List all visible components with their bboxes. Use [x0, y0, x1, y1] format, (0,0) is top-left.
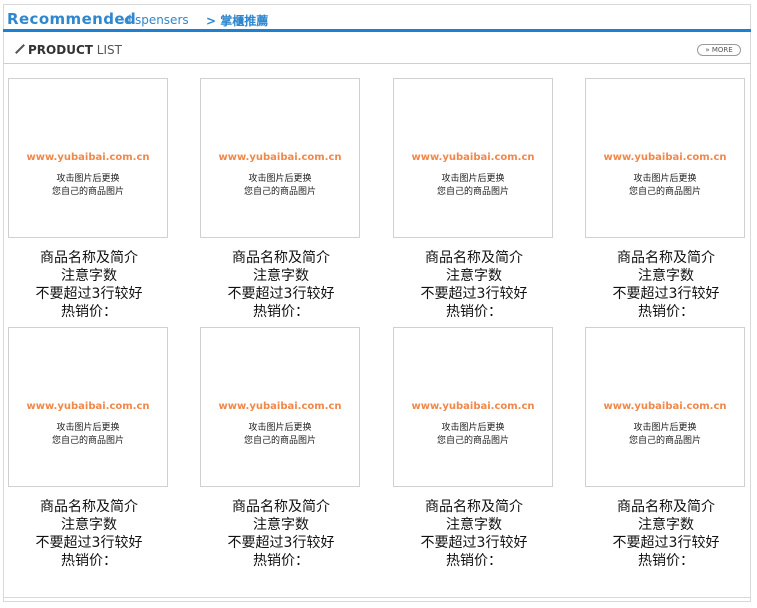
title-recommended: Recommended — [7, 10, 137, 28]
product-note: 注意字数 — [61, 517, 117, 533]
title-chinese: > 掌櫃推薦 — [206, 14, 269, 28]
watermark-url: www.yubaibai.com.cn — [26, 401, 150, 412]
product-image[interactable]: www.yubaibai.com.cn 攻击图片后更换 您自己的商品图片 — [200, 78, 360, 238]
product-description: 商品名称及简介 注意字数不要超过3行较好 热销价： — [391, 249, 557, 321]
product-name-link[interactable]: 商品名称及简介 — [6, 498, 172, 516]
product-price-label: 热销价： — [446, 304, 502, 320]
product-note: 不要超过3行较好 — [35, 286, 143, 302]
product-image[interactable]: www.yubaibai.com.cn 攻击图片后更换 您自己的商品图片 — [585, 78, 745, 238]
watermark-line: 您自己的商品图片 — [436, 436, 509, 446]
watermark-line: 您自己的商品图片 — [243, 187, 316, 197]
section-title-light: LIST — [96, 43, 122, 57]
product-name-link[interactable]: 商品名称及简介 — [198, 498, 364, 516]
title-bar: Recommended dispensers > 掌櫃推薦 — [3, 4, 751, 32]
product-note: 注意字数 — [446, 268, 502, 284]
product-note: 不要超过3行较好 — [612, 535, 720, 551]
watermark-line: 您自己的商品图片 — [243, 436, 316, 446]
product-description: 商品名称及简介 注意字数不要超过3行较好 热销价： — [583, 498, 749, 570]
product-description: 商品名称及简介 注意字数不要超过3行较好 热销价： — [391, 498, 557, 570]
product-price-label: 热销价： — [253, 304, 309, 320]
product-note: 不要超过3行较好 — [420, 535, 528, 551]
product-note: 注意字数 — [446, 517, 502, 533]
product-price-label: 热销价： — [61, 304, 117, 320]
product-card: www.yubaibai.com.cn 攻击图片后更换 您自己的商品图片 商品名称及简… — [198, 327, 360, 577]
product-description: 商品名称及简介 注意字数不要超过3行较好 热销价： — [6, 498, 172, 570]
watermark-line: 您自己的商品图片 — [628, 436, 701, 446]
watermark-url: www.yubaibai.com.cn — [26, 152, 150, 163]
watermark-url: www.yubaibai.com.cn — [411, 401, 535, 412]
slash-icon — [15, 44, 25, 54]
watermark-line: 攻击图片后更换 — [248, 423, 312, 433]
product-name-link[interactable]: 商品名称及简介 — [391, 498, 557, 516]
watermark-url: www.yubaibai.com.cn — [603, 401, 727, 412]
watermark-line: 您自己的商品图片 — [51, 436, 124, 446]
bottom-divider — [3, 597, 751, 598]
product-name-link[interactable]: 商品名称及简介 — [583, 249, 749, 267]
watermark-line: 攻击图片后更换 — [633, 423, 697, 433]
product-card: www.yubaibai.com.cn 攻击图片后更换 您自己的商品图片 商品名称及简… — [6, 78, 168, 328]
section-header: PRODUCT LIST » MORE — [3, 37, 751, 64]
product-price-label: 热销价： — [253, 553, 309, 569]
product-description: 商品名称及简介 注意字数不要超过3行较好 热销价： — [198, 249, 364, 321]
product-note: 不要超过3行较好 — [612, 286, 720, 302]
watermark-line: 攻击图片后更换 — [56, 423, 120, 433]
watermark-url: www.yubaibai.com.cn — [603, 152, 727, 163]
watermark-url: www.yubaibai.com.cn — [218, 152, 342, 163]
product-description: 商品名称及简介 注意字数不要超过3行较好 热销价： — [198, 498, 364, 570]
watermark-line: 您自己的商品图片 — [51, 187, 124, 197]
more-button[interactable]: » MORE — [697, 44, 741, 56]
product-card: www.yubaibai.com.cn 攻击图片后更换 您自己的商品图片 商品名称及简… — [583, 327, 745, 577]
product-image[interactable]: www.yubaibai.com.cn 攻击图片后更换 您自己的商品图片 — [8, 78, 168, 238]
product-image[interactable]: www.yubaibai.com.cn 攻击图片后更换 您自己的商品图片 — [393, 327, 553, 487]
watermark-line: 攻击图片后更换 — [441, 174, 505, 184]
watermark-line: 您自己的商品图片 — [628, 187, 701, 197]
product-description: 商品名称及简介 注意字数不要超过3行较好 热销价： — [6, 249, 172, 321]
section-title-bold: PRODUCT — [28, 43, 93, 57]
product-note: 注意字数 — [638, 517, 694, 533]
product-image[interactable]: www.yubaibai.com.cn 攻击图片后更换 您自己的商品图片 — [8, 327, 168, 487]
product-name-link[interactable]: 商品名称及简介 — [198, 249, 364, 267]
product-price-label: 热销价： — [61, 553, 117, 569]
watermark-line: 攻击图片后更换 — [441, 423, 505, 433]
watermark-url: www.yubaibai.com.cn — [218, 401, 342, 412]
product-image[interactable]: www.yubaibai.com.cn 攻击图片后更换 您自己的商品图片 — [585, 327, 745, 487]
title-underline — [3, 29, 751, 32]
product-name-link[interactable]: 商品名称及简介 — [391, 249, 557, 267]
product-name-link[interactable]: 商品名称及简介 — [583, 498, 749, 516]
watermark-line: 您自己的商品图片 — [436, 187, 509, 197]
product-card: www.yubaibai.com.cn 攻击图片后更换 您自己的商品图片 商品名称及简… — [583, 78, 745, 328]
product-card: www.yubaibai.com.cn 攻击图片后更换 您自己的商品图片 商品名称及简… — [198, 78, 360, 328]
product-image[interactable]: www.yubaibai.com.cn 攻击图片后更换 您自己的商品图片 — [393, 78, 553, 238]
title-subtitle: dispensers — [124, 13, 189, 27]
product-description: 商品名称及简介 注意字数不要超过3行较好 热销价： — [583, 249, 749, 321]
product-price-label: 热销价： — [638, 553, 694, 569]
product-price-label: 热销价： — [446, 553, 502, 569]
watermark-line: 攻击图片后更换 — [248, 174, 312, 184]
watermark-url: www.yubaibai.com.cn — [411, 152, 535, 163]
product-price-label: 热销价： — [638, 304, 694, 320]
product-note: 注意字数 — [61, 268, 117, 284]
product-note: 不要超过3行较好 — [227, 286, 335, 302]
product-note: 注意字数 — [253, 268, 309, 284]
watermark-line: 攻击图片后更换 — [633, 174, 697, 184]
product-note: 不要超过3行较好 — [420, 286, 528, 302]
product-image[interactable]: www.yubaibai.com.cn 攻击图片后更换 您自己的商品图片 — [200, 327, 360, 487]
watermark-line: 攻击图片后更换 — [56, 174, 120, 184]
product-note: 注意字数 — [253, 517, 309, 533]
section-title: PRODUCT LIST — [28, 43, 122, 57]
product-name-link[interactable]: 商品名称及简介 — [6, 249, 172, 267]
product-card: www.yubaibai.com.cn 攻击图片后更换 您自己的商品图片 商品名称及简… — [391, 78, 553, 328]
product-note: 注意字数 — [638, 268, 694, 284]
product-card: www.yubaibai.com.cn 攻击图片后更换 您自己的商品图片 商品名称及简… — [6, 327, 168, 577]
product-card: www.yubaibai.com.cn 攻击图片后更换 您自己的商品图片 商品名称及简… — [391, 327, 553, 577]
product-note: 不要超过3行较好 — [35, 535, 143, 551]
product-note: 不要超过3行较好 — [227, 535, 335, 551]
